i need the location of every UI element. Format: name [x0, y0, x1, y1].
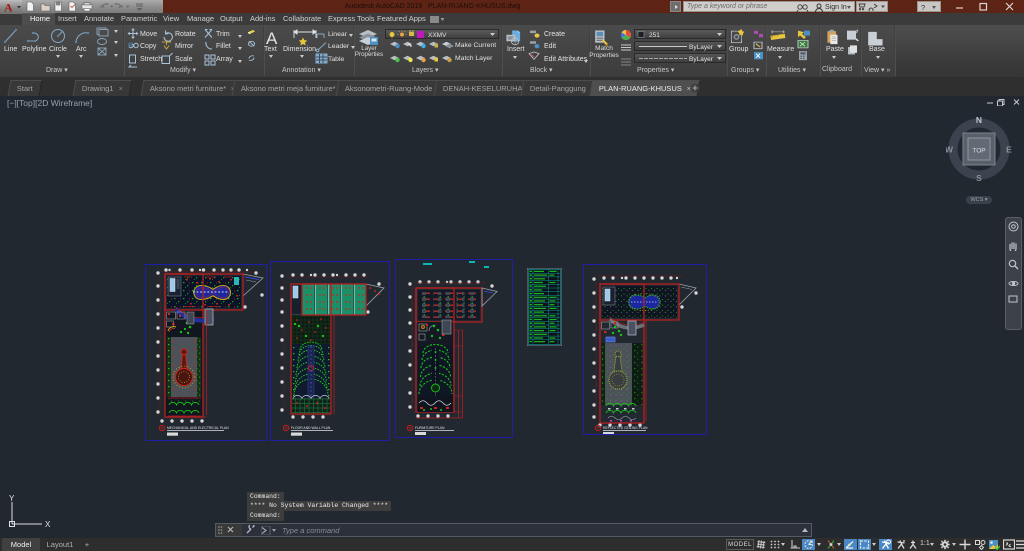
- svg-text:FLOOR AND WALL PLAN: FLOOR AND WALL PLAN: [291, 426, 331, 430]
- svg-text:ByLayer: ByLayer: [689, 56, 714, 63]
- svg-text:TOP: TOP: [972, 148, 985, 155]
- svg-text:X: X: [45, 520, 51, 529]
- svg-text:ByLayer: ByLayer: [689, 44, 714, 51]
- svg-text:Y: Y: [9, 494, 15, 503]
- svg-text:N: N: [976, 115, 982, 125]
- svg-text:MECHANICAL AND ELECTRICAL PLAN: MECHANICAL AND ELECTRICAL PLAN: [167, 426, 229, 430]
- svg-text:W: W: [946, 145, 954, 155]
- svg-text:251: 251: [649, 32, 660, 39]
- svg-text:REFLECTED CEILING PLAN: REFLECTED CEILING PLAN: [603, 426, 648, 430]
- svg-text:FURNITURE PLAN: FURNITURE PLAN: [415, 426, 445, 430]
- svg-text:E: E: [1006, 145, 1012, 155]
- svg-text:XXMV: XXMV: [428, 32, 447, 39]
- svg-text:S: S: [976, 173, 982, 182]
- svg-text:A: A: [4, 1, 13, 15]
